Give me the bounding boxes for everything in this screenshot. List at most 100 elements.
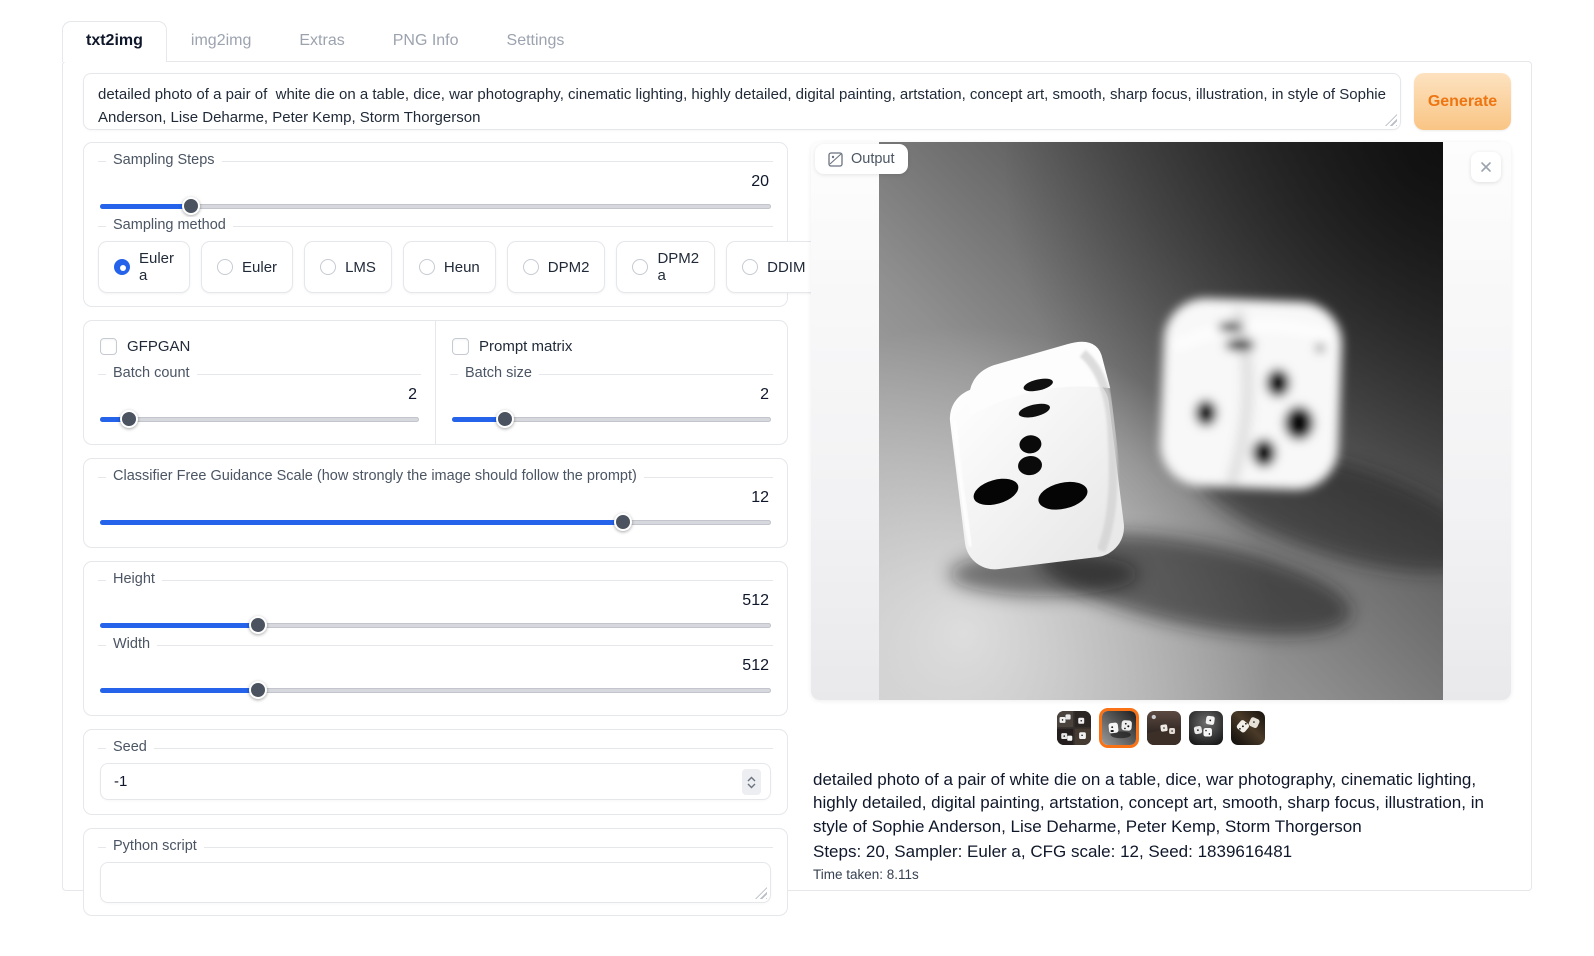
generation-info: detailed photo of a pair of white die on…	[811, 768, 1511, 882]
radio-icon	[114, 259, 130, 275]
dimensions-panel: Height 512 Width 512	[83, 561, 788, 716]
seed-panel: Seed -1	[83, 729, 788, 815]
sampling-steps-slider[interactable]	[100, 197, 771, 215]
radio-icon	[419, 259, 435, 275]
radio-icon	[217, 259, 233, 275]
thumbnail-5[interactable]	[1231, 711, 1265, 745]
radio-label: Euler a	[139, 250, 174, 284]
batch-count-field: Batch count 2	[98, 374, 421, 428]
sampling-steps-field: Sampling Steps 20	[98, 161, 773, 215]
output-label-chip: Output	[815, 144, 908, 174]
radio-euler[interactable]: Euler	[201, 241, 293, 293]
gfpgan-checkbox[interactable]: GFPGAN	[98, 329, 421, 363]
prompt-box	[83, 73, 1401, 130]
number-stepper-icon[interactable]	[742, 769, 761, 795]
gallery-thumbnails	[811, 707, 1511, 749]
radio-lms[interactable]: LMS	[304, 241, 392, 293]
cfg-field: Classifier Free Guidance Scale (how stro…	[98, 477, 773, 531]
cfg-panel: Classifier Free Guidance Scale (how stro…	[83, 458, 788, 548]
txt2img-panel: Generate Sampling Steps 20 Samp	[62, 61, 1532, 891]
width-slider[interactable]	[100, 681, 771, 699]
tab-bar: txt2img img2img Extras PNG Info Settings	[62, 21, 1532, 61]
thumbnail-3[interactable]	[1147, 711, 1181, 745]
stable-diffusion-webui: txt2img img2img Extras PNG Info Settings…	[62, 21, 1532, 891]
generated-image-stage	[811, 142, 1511, 700]
seed-field: Seed -1	[98, 748, 773, 800]
thumbnail-4[interactable]	[1189, 711, 1223, 745]
slider-handle[interactable]	[249, 681, 267, 699]
radio-euler-a[interactable]: Euler a	[98, 241, 190, 293]
radio-icon	[742, 259, 758, 275]
radio-dpm2[interactable]: DPM2	[507, 241, 606, 293]
tab-txt2img[interactable]: txt2img	[62, 21, 167, 62]
thumbnail-2[interactable]	[1099, 708, 1139, 748]
batch-count-label: Batch count	[106, 365, 197, 381]
settings-column: Sampling Steps 20 Sampling method Euler …	[83, 142, 788, 916]
slider-handle[interactable]	[120, 410, 138, 428]
seed-input[interactable]: -1	[100, 763, 771, 800]
tab-extras[interactable]: Extras	[275, 21, 368, 61]
height-slider[interactable]	[100, 616, 771, 634]
batch-size-slider[interactable]	[452, 410, 771, 428]
slider-handle[interactable]	[496, 410, 514, 428]
radio-label: DPM2	[548, 259, 590, 276]
slider-handle[interactable]	[614, 513, 632, 531]
output-panel: Output	[811, 142, 1511, 882]
output-prompt-text: detailed photo of a pair of white die on…	[813, 768, 1509, 838]
python-script-input[interactable]	[100, 862, 771, 903]
radio-label: DPM2 a	[657, 250, 699, 284]
batch-size-label: Batch size	[458, 365, 539, 381]
close-icon	[1480, 161, 1492, 173]
output-label: Output	[851, 151, 895, 167]
prompt-matrix-label: Prompt matrix	[479, 338, 572, 355]
slider-handle[interactable]	[182, 197, 200, 215]
height-value: 512	[98, 592, 769, 610]
prompt-row: Generate	[83, 73, 1511, 130]
width-value: 512	[98, 657, 769, 675]
height-field: Height 512	[98, 580, 773, 634]
seed-label: Seed	[106, 739, 154, 755]
batch-count-value: 2	[98, 386, 417, 404]
tab-img2img[interactable]: img2img	[167, 21, 275, 61]
output-params-text: Steps: 20, Sampler: Euler a, CFG scale: …	[813, 840, 1509, 863]
checkbox-icon	[452, 338, 469, 355]
cfg-slider[interactable]	[100, 513, 771, 531]
radio-label: Heun	[444, 259, 480, 276]
prompt-matrix-checkbox[interactable]: Prompt matrix	[450, 329, 773, 363]
checkbox-icon	[100, 338, 117, 355]
width-field: Width 512	[98, 645, 773, 699]
python-script-label: Python script	[106, 838, 204, 854]
tab-settings[interactable]: Settings	[483, 21, 589, 61]
seed-value: -1	[114, 773, 127, 790]
radio-dpm2-a[interactable]: DPM2 a	[616, 241, 715, 293]
gfpgan-label: GFPGAN	[127, 338, 190, 355]
sampling-steps-label: Sampling Steps	[106, 152, 222, 168]
python-script-field: Python script	[98, 847, 773, 903]
close-output-button[interactable]	[1471, 152, 1501, 182]
radio-label: DDIM	[767, 259, 805, 276]
thumbnail-1[interactable]	[1057, 711, 1091, 745]
radio-icon	[632, 259, 648, 275]
python-script-panel: Python script	[83, 828, 788, 916]
output-time-text: Time taken: 8.11s	[813, 867, 1509, 882]
radio-label: LMS	[345, 259, 376, 276]
generated-image[interactable]	[879, 142, 1443, 700]
sampling-steps-value: 20	[98, 173, 769, 191]
tab-png-info[interactable]: PNG Info	[369, 21, 483, 61]
slider-handle[interactable]	[249, 616, 267, 634]
generate-button[interactable]: Generate	[1414, 73, 1511, 130]
batch-panel: GFPGAN Batch count 2	[83, 320, 788, 445]
sampling-method-label: Sampling method	[106, 217, 233, 233]
batch-size-value: 2	[450, 386, 769, 404]
sampling-method-field: Sampling method Euler a Euler LMS Heun D…	[98, 226, 773, 296]
height-label: Height	[106, 571, 162, 587]
width-label: Width	[106, 636, 157, 652]
sampling-panel: Sampling Steps 20 Sampling method Euler …	[83, 142, 788, 307]
batch-size-field: Batch size 2	[450, 374, 773, 428]
radio-label: Euler	[242, 259, 277, 276]
radio-icon	[320, 259, 336, 275]
prompt-input[interactable]	[83, 73, 1401, 130]
radio-ddim[interactable]: DDIM	[726, 241, 821, 293]
batch-count-slider[interactable]	[100, 410, 419, 428]
radio-heun[interactable]: Heun	[403, 241, 496, 293]
